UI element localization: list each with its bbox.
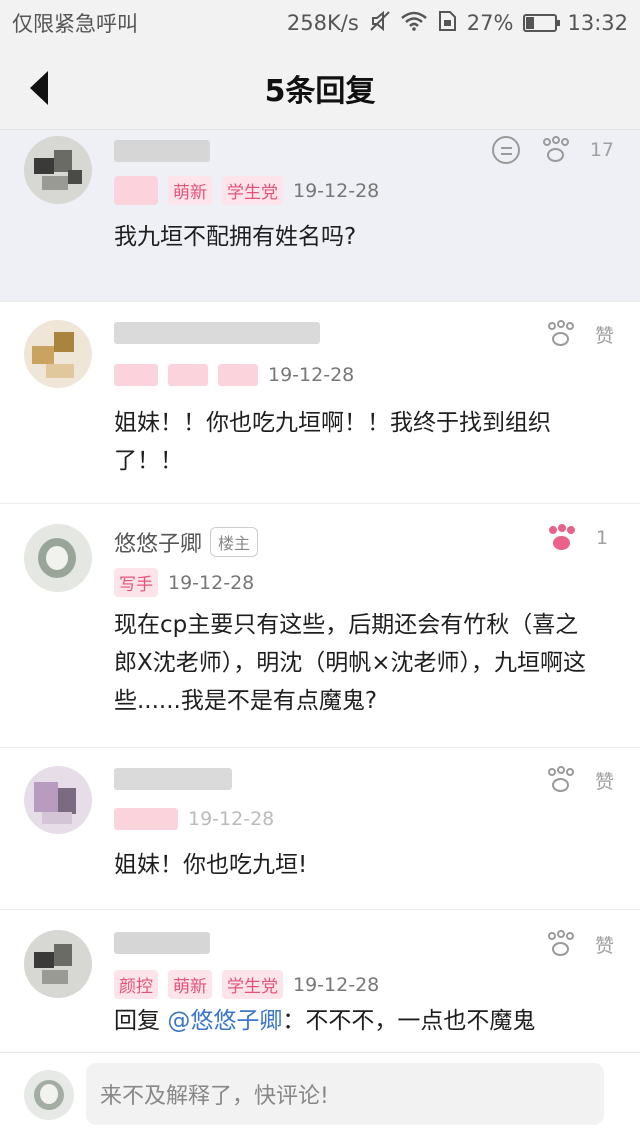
user-tag: 颜控	[114, 970, 158, 999]
username[interactable]: 悠悠子卿 楼主	[114, 526, 259, 558]
network-speed: 258K/s	[286, 11, 359, 35]
avatar[interactable]	[24, 930, 92, 998]
user-tag: 萌新	[168, 176, 212, 205]
comment-date: 19-12-28	[268, 364, 355, 386]
comment-text: 回复 @悠悠子卿：不不不，一点也不魔鬼	[114, 1002, 600, 1040]
comment-bar: 来不及解释了，快评论!	[0, 1052, 640, 1138]
comment-text: 我九垣不配拥有姓名吗?	[114, 224, 357, 250]
comment-date: 19-12-28	[293, 973, 380, 996]
back-button[interactable]	[30, 66, 70, 110]
list-item[interactable]: 悠悠子卿 楼主 写手 19-12-28 现在cp主要只有这些，后期还会有竹秋（喜…	[0, 504, 640, 748]
wifi-icon	[400, 11, 427, 36]
nav-header: 5条回复	[0, 46, 640, 130]
like-count: 1	[596, 527, 609, 549]
like-count: 17	[589, 139, 614, 161]
user-tag: 颜控	[114, 176, 158, 205]
clock: 13:32	[567, 11, 628, 35]
sim-icon	[437, 10, 457, 37]
comment-input[interactable]: 来不及解释了，快评论!	[86, 1063, 604, 1125]
like-paw-icon[interactable]	[545, 930, 575, 958]
comment-date: 19-12-28	[168, 571, 255, 594]
list-item[interactable]: 19-12-28 姐妹！！你也吃九垣啊！！我终于找到组织了！！ 赞	[0, 302, 640, 504]
like-paw-icon[interactable]	[545, 766, 575, 794]
user-tag	[114, 364, 158, 386]
comment-text: 姐妹！！你也吃九垣啊！！我终于找到组织了！！	[114, 410, 551, 474]
user-tag: 学生党	[222, 176, 283, 205]
like-paw-icon[interactable]	[540, 136, 570, 164]
reply-icon[interactable]	[491, 136, 520, 164]
battery-icon	[523, 14, 561, 32]
like-label: 赞	[594, 770, 614, 793]
list-item[interactable]: 颜控 萌新 学生党 19-12-28 回复 @悠悠子卿：不不不，一点也不魔鬼 赞	[0, 910, 640, 1070]
carrier-label: 仅限紧急呼叫	[12, 12, 138, 36]
status-bar: 仅限紧急呼叫 258K/s 27% 13:32	[0, 0, 640, 46]
username[interactable]	[114, 322, 320, 344]
comment-list: 颜控 萌新 学生党 19-12-28 我九垣不配拥有姓名吗? 17 19-12-…	[0, 130, 640, 1070]
avatar[interactable]	[24, 524, 92, 592]
list-item[interactable]: 颜控 萌新 学生党 19-12-28 我九垣不配拥有姓名吗? 17	[0, 130, 640, 302]
avatar[interactable]	[24, 1070, 74, 1120]
page-title: 5条回复	[264, 73, 376, 109]
user-tag: 写手	[114, 568, 158, 597]
username-text: 悠悠子卿	[114, 532, 203, 557]
username[interactable]	[114, 140, 210, 162]
like-label: 赞	[594, 934, 614, 957]
comment-date: 19-12-28	[188, 808, 275, 830]
like-label: 赞	[594, 324, 614, 347]
username[interactable]	[114, 932, 210, 954]
username[interactable]	[114, 768, 232, 790]
like-paw-icon[interactable]	[545, 320, 575, 348]
mention-link[interactable]: @悠悠子卿	[167, 1008, 282, 1034]
user-tag: 学生党	[222, 970, 283, 999]
avatar[interactable]	[24, 766, 92, 834]
avatar[interactable]	[24, 320, 92, 388]
mute-icon	[369, 10, 391, 37]
comment-text: 姐妹！你也吃九垣!	[114, 852, 308, 878]
reply-text: ：不不不，一点也不魔鬼	[282, 1008, 536, 1034]
battery-level	[526, 17, 535, 29]
comment-text: 现在cp主要只有这些，后期还会有竹秋（喜之郎X沈老师），明沈（明帆×沈老师），九…	[114, 612, 587, 714]
back-arrow-icon	[30, 71, 48, 105]
op-badge: 楼主	[210, 527, 259, 557]
user-tag	[114, 808, 178, 830]
user-tag	[168, 364, 208, 386]
list-item[interactable]: 19-12-28 姐妹！你也吃九垣! 赞	[0, 748, 640, 910]
battery-percent: 27%	[466, 11, 514, 35]
reply-prefix: 回复	[114, 1008, 168, 1034]
like-paw-icon[interactable]	[546, 524, 576, 552]
user-tag: 萌新	[168, 970, 212, 999]
user-tag	[218, 364, 258, 386]
avatar[interactable]	[24, 136, 92, 204]
comment-date: 19-12-28	[293, 179, 380, 202]
